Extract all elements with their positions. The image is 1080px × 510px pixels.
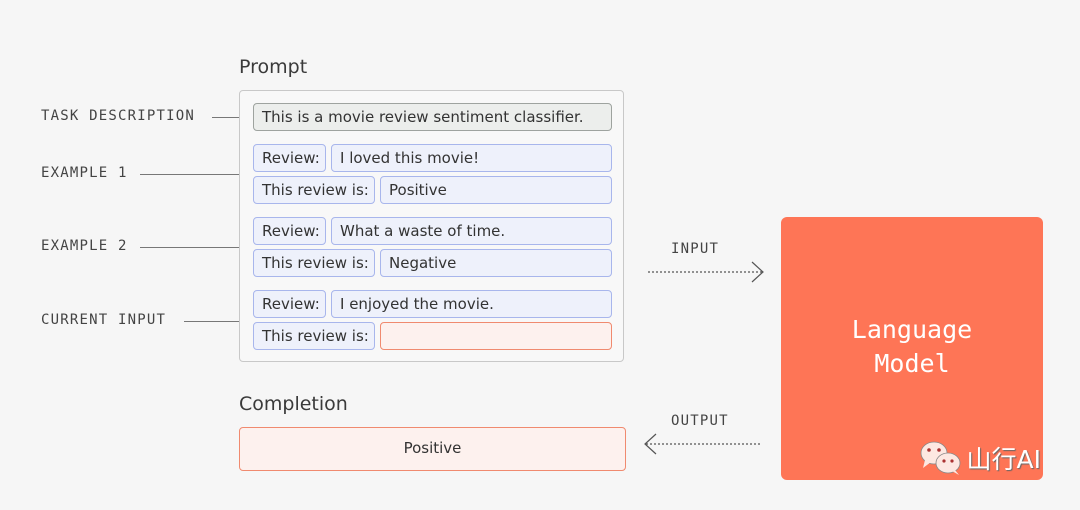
label-task-description: TASK DESCRIPTION (41, 108, 196, 124)
label-example-1: EXAMPLE 1 (41, 165, 128, 181)
current-review-text: I enjoyed the movie. (331, 290, 612, 318)
current-result-slot (380, 322, 612, 350)
wechat-icon (920, 441, 960, 475)
output-arrow-label: OUTPUT (671, 413, 729, 429)
current-review-label: Review: (253, 290, 326, 318)
watermark-text: 山行AI (966, 445, 1041, 474)
task-description-chip: This is a movie review sentiment classif… (253, 103, 612, 131)
language-model-line2: Model (874, 349, 950, 378)
example-1-review-label: Review: (253, 144, 326, 172)
example-1-review-text: I loved this movie! (331, 144, 612, 172)
watermark: 山行AI (919, 440, 1041, 476)
prompt-title: Prompt (239, 56, 308, 78)
current-result-label: This review is: (253, 322, 375, 350)
example-1-result-label: This review is: (253, 176, 375, 204)
language-model-label: Language Model (781, 313, 1043, 381)
example-2-review-text: What a waste of time. (331, 217, 612, 245)
language-model-box: Language Model 山行AI (781, 217, 1043, 480)
output-arrow-icon (644, 433, 760, 455)
example-2-result-value: Negative (380, 249, 612, 277)
connector-example-2 (140, 247, 252, 248)
example-2-result-label: This review is: (253, 249, 375, 277)
connector-example-1 (140, 174, 252, 175)
label-example-2: EXAMPLE 2 (41, 238, 128, 254)
input-arrow-label: INPUT (671, 241, 720, 257)
completion-box: Positive (239, 427, 626, 471)
completion-title: Completion (239, 393, 348, 415)
label-current-input: CURRENT INPUT (41, 312, 167, 328)
example-1-result-value: Positive (380, 176, 612, 204)
example-2-review-label: Review: (253, 217, 326, 245)
input-arrow-icon (648, 261, 764, 283)
language-model-line1: Language (851, 315, 973, 344)
